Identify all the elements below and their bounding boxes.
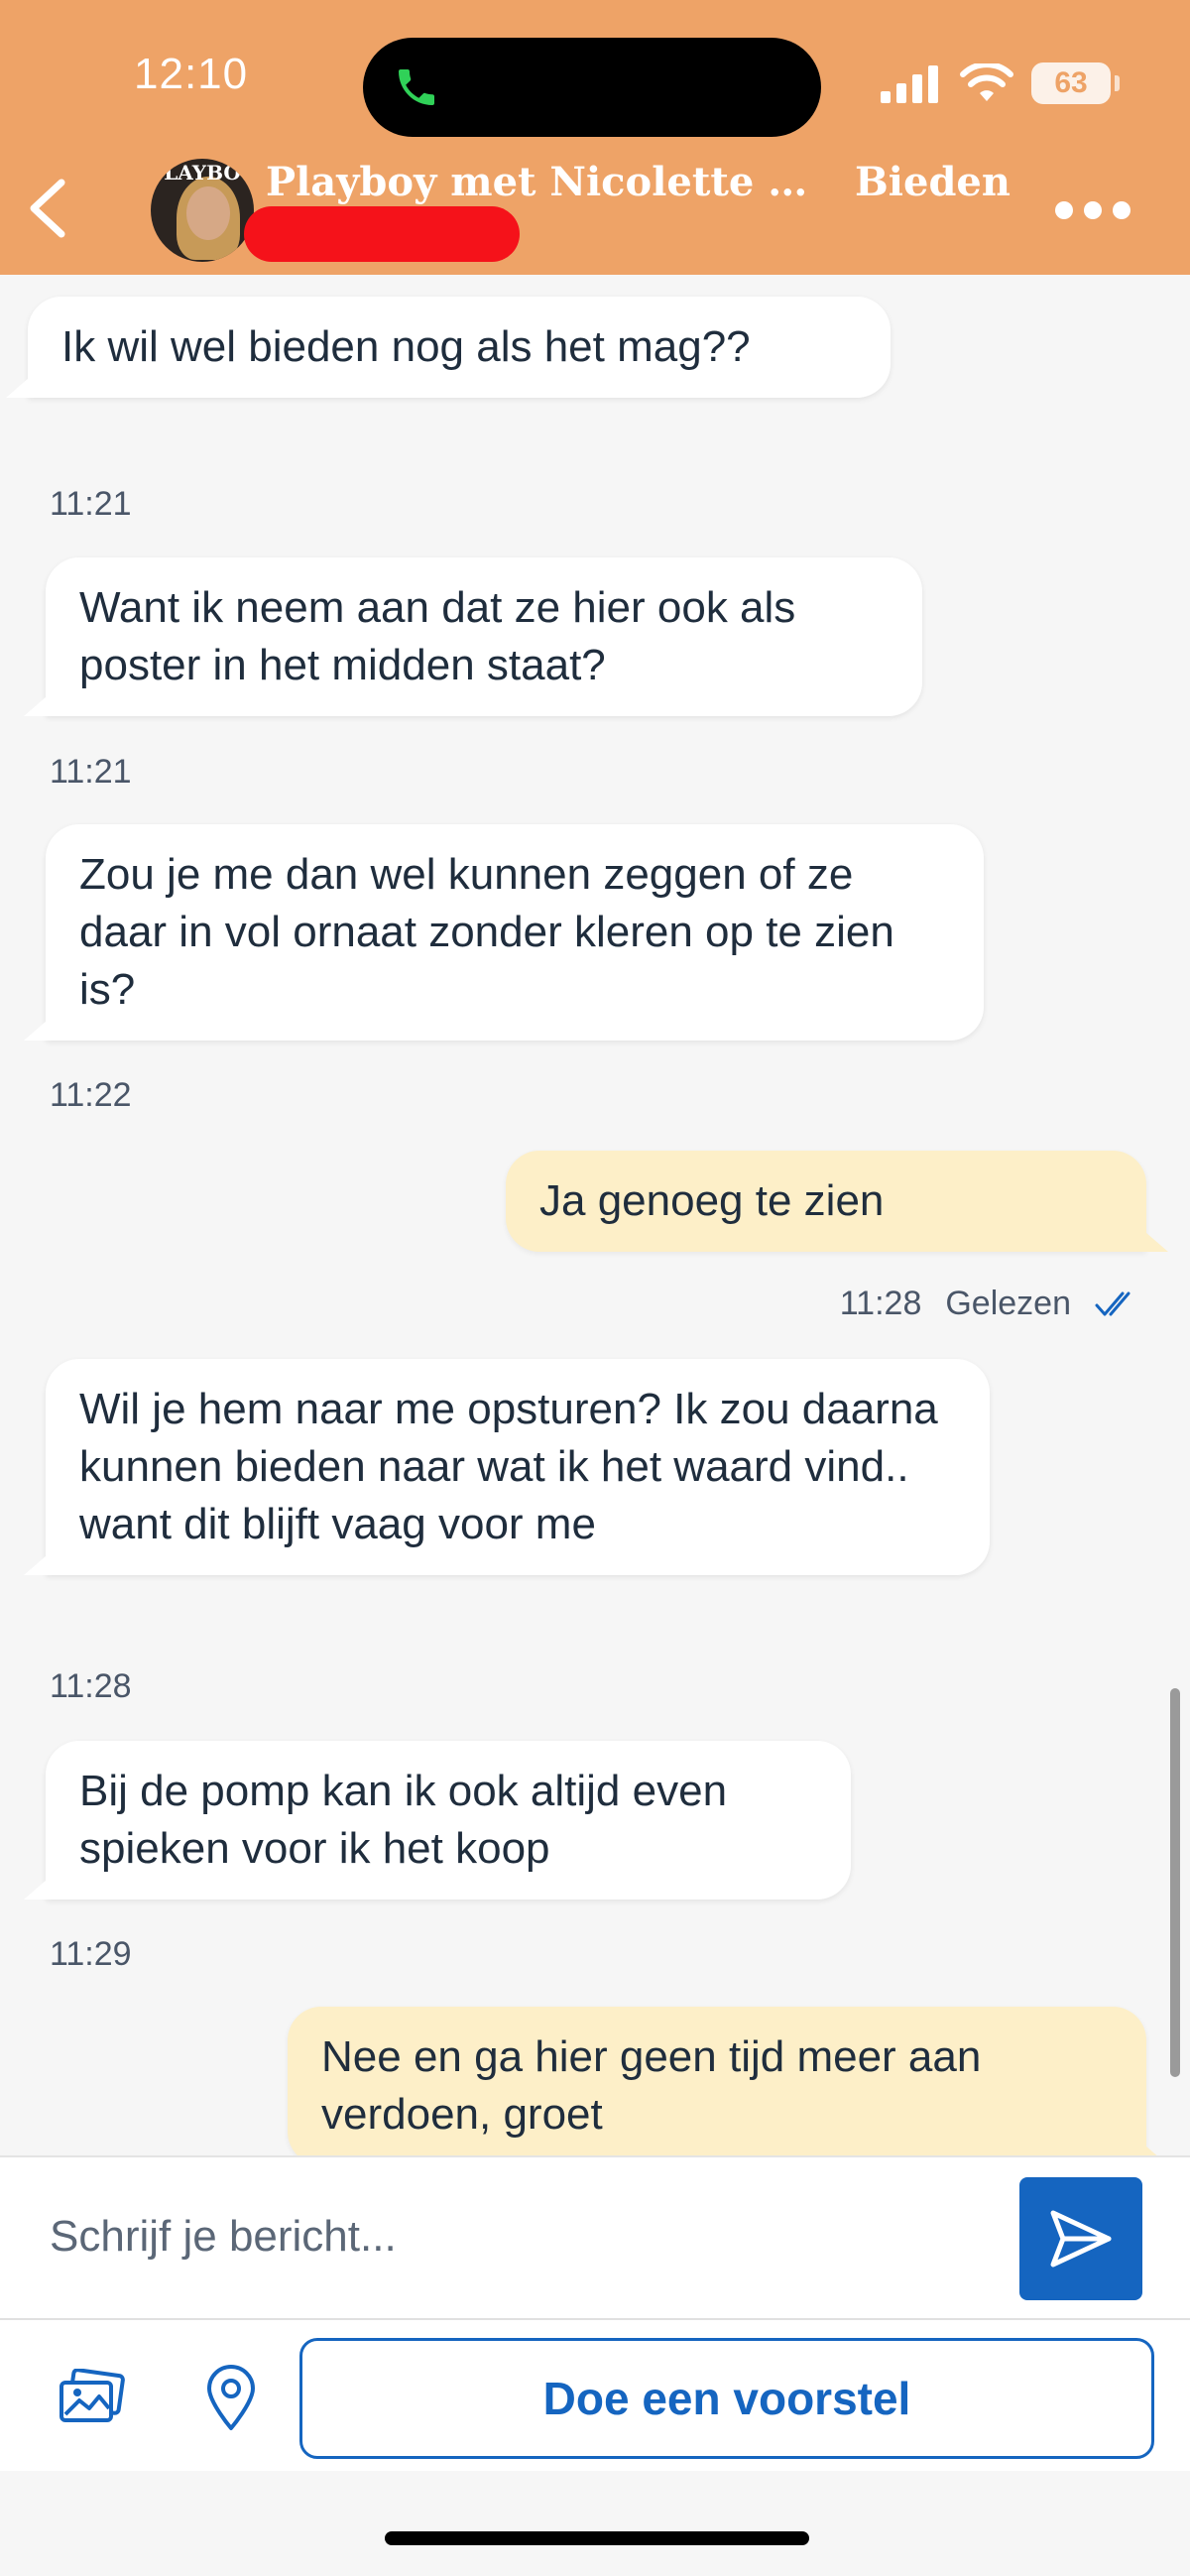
make-offer-button[interactable]: Doe een voorstel — [299, 2338, 1154, 2459]
message-timestamp: 11:21 — [50, 485, 132, 523]
read-status: Gelezen — [945, 1285, 1071, 1322]
back-chevron-icon[interactable] — [22, 177, 77, 240]
incoming-message: Zou je me dan wel kunnen zeggen of ze da… — [46, 824, 984, 1041]
message-timestamp: 11:28 — [839, 1285, 922, 1322]
phone-call-icon — [399, 69, 434, 105]
incoming-message: Bij de pomp kan ik ook altijd even spiek… — [46, 1741, 851, 1900]
outgoing-message: Nee en ga hier geen tijd meer aan verdoe… — [288, 2007, 1146, 2155]
incoming-message: Wil je hem naar me opsturen? Ik zou daar… — [46, 1359, 990, 1575]
status-time: 12:10 — [134, 50, 249, 98]
battery-icon: 63 — [1031, 62, 1120, 104]
avatar-logo-text: LAYBO — [164, 161, 241, 184]
action-bar: Doe een voorstel — [0, 2318, 1190, 2471]
wifi-icon — [960, 63, 1013, 101]
home-area — [0, 2471, 1190, 2576]
status-icons: 63 — [881, 61, 1120, 105]
incoming-message: Want ik neem aan dat ze hier ook als pos… — [46, 557, 922, 716]
message-timestamp: 11:29 — [50, 1935, 132, 1973]
message-timestamp: 11:28 — [50, 1667, 132, 1705]
double-check-icon — [1095, 1291, 1130, 1315]
redaction-mark — [244, 206, 520, 262]
gallery-icon — [60, 2369, 125, 2422]
location-button[interactable] — [194, 2362, 268, 2435]
conversation-title[interactable]: Playboy met Nicolette Klu... — [266, 159, 841, 205]
gallery-button[interactable] — [56, 2362, 129, 2435]
home-indicator[interactable] — [385, 2531, 809, 2545]
message-timestamp: 11:21 — [50, 753, 132, 791]
bid-label[interactable]: Bieden — [855, 159, 1011, 205]
incoming-message: Ik wil wel bieden nog als het mag?? — [28, 297, 891, 398]
outgoing-message: Ja genoeg te zien — [506, 1151, 1146, 1252]
signal-icon — [881, 65, 938, 103]
send-icon — [1050, 2210, 1112, 2268]
app-header: 12:10 63 LAYBO Playboy met Nicolette Klu… — [0, 0, 1190, 275]
avatar-face — [186, 186, 230, 240]
location-pin-icon — [207, 2365, 255, 2430]
scrollbar[interactable] — [1170, 1688, 1180, 2077]
message-list[interactable]: Ik wil wel bieden nog als het mag?? 11:2… — [0, 275, 1190, 2155]
send-button[interactable] — [1019, 2177, 1142, 2300]
dynamic-island[interactable] — [363, 38, 821, 137]
avatar[interactable]: LAYBO — [151, 159, 254, 262]
message-timestamp: 11:22 — [50, 1076, 132, 1114]
more-dots-icon[interactable] — [1055, 198, 1130, 222]
message-input[interactable] — [50, 2197, 982, 2276]
read-receipt: 11:28 Gelezen — [840, 1285, 1138, 1323]
composer — [0, 2155, 1190, 2318]
